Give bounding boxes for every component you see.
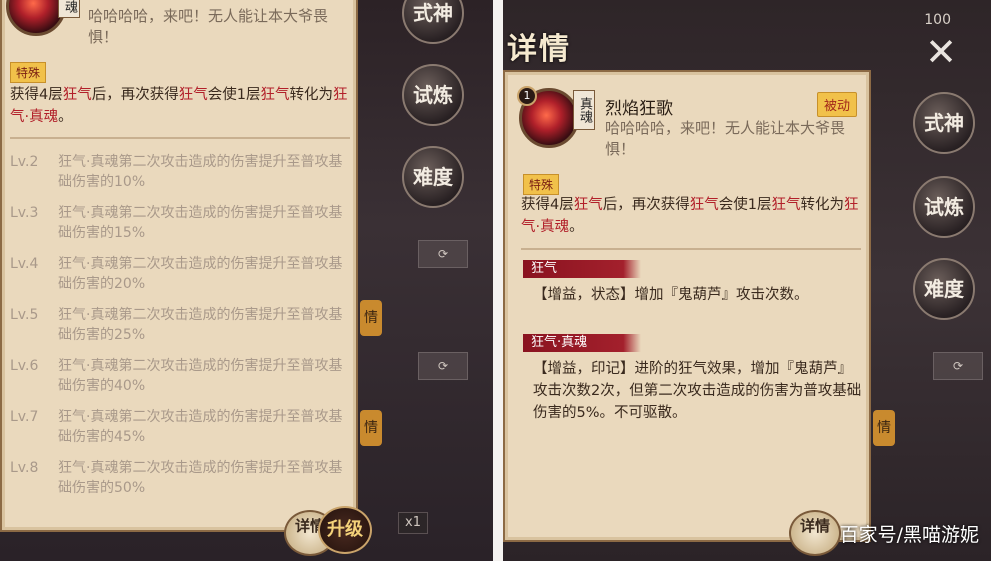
refresh-slot[interactable]: ⟳ (418, 240, 468, 268)
difficulty-button[interactable]: 难度 (402, 146, 464, 208)
desc-text: 后，再次获得 (602, 197, 690, 213)
difficulty-button[interactable]: 难度 (913, 258, 975, 320)
desc-text: 获得4层 (10, 87, 63, 103)
level-label: Lv.5 (10, 307, 39, 323)
left-panel: 魂 哈哈哈哈，来吧！无人能让本大爷畏惧！ 特殊 获得4层狂气后，再次获得狂气会使… (0, 0, 493, 561)
skill-quote: 哈哈哈哈，来吧！无人能让本大爷畏惧！ (88, 7, 329, 46)
refresh-slot[interactable]: ⟳ (418, 352, 468, 380)
special-tag: 特殊 (523, 174, 560, 195)
upgrade-button[interactable]: 升级 (318, 506, 372, 554)
skill-quote: 哈哈哈哈，来吧！无人能让本大爷畏惧！ (605, 119, 846, 158)
watermark: 百家号/黑喵游妮 (839, 524, 979, 546)
desc-keyword: 狂气 (771, 197, 801, 213)
desc-keyword: 狂气 (62, 87, 92, 103)
level-text: 狂气·真魂第二次攻击造成的伤害提升至普攻基础伤害的50% (58, 460, 343, 496)
desc-keyword: 狂气 (573, 197, 603, 213)
skill-description: 获得4层狂气后，再次获得狂气会使1层狂气转化为狂气·真魂。 (521, 194, 867, 238)
desc-keyword: 狂气 (260, 87, 290, 103)
avatar-tag: 真魂 (573, 90, 595, 130)
panel-divider (493, 0, 503, 561)
skill-detail-paper: 1 真魂 烈焰狂歌 被动 哈哈哈哈，来吧！无人能让本大爷畏惧！ 特殊 获得4层狂… (503, 70, 871, 542)
skill-detail-paper: 魂 哈哈哈哈，来吧！无人能让本大爷畏惧！ 特殊 获得4层狂气后，再次获得狂气会使… (0, 0, 358, 532)
desc-text: 转化为 (289, 87, 333, 103)
divider (10, 137, 350, 139)
detail-badge[interactable]: 详情 (789, 510, 841, 556)
level-text: 狂气·真魂第二次攻击造成的伤害提升至普攻基础伤害的10% (58, 154, 343, 190)
level-label: Lv.7 (10, 409, 39, 425)
close-icon[interactable]: ✕ (921, 32, 961, 72)
edge-tab[interactable]: 情 (360, 300, 382, 336)
desc-text: 转化为 (800, 197, 844, 213)
divider (521, 248, 861, 250)
buff-title: 狂气 (523, 260, 641, 278)
shikigami-button[interactable]: 式神 (913, 92, 975, 154)
desc-text: 会使1层 (718, 197, 772, 213)
skill-avatar (6, 0, 66, 36)
right-panel: 详情 100 ✕ 1 真魂 烈焰狂歌 被动 哈哈哈哈，来吧！无人能让本大爷畏惧！… (503, 0, 991, 561)
level-label: Lv.6 (10, 358, 39, 374)
desc-text: 。 (569, 219, 584, 235)
buff-description: 【增益，印记】进阶的狂气效果，增加『鬼葫芦』攻击次数2次，但第二次攻击造成的伤害… (533, 361, 862, 421)
desc-text: 会使1层 (207, 87, 261, 103)
refresh-slot[interactable]: ⟳ (933, 352, 983, 380)
resource-count: 100 (924, 12, 951, 28)
trial-button[interactable]: 试炼 (402, 64, 464, 126)
level-label: Lv.2 (10, 154, 39, 170)
desc-text: 。 (58, 109, 73, 125)
level-label: Lv.8 (10, 460, 39, 476)
edge-tab[interactable]: 情 (360, 410, 382, 446)
skill-name: 烈焰狂歌 (605, 99, 673, 119)
edge-tab[interactable]: 情 (873, 410, 895, 446)
level-text: 狂气·真魂第二次攻击造成的伤害提升至普攻基础伤害的45% (58, 409, 343, 445)
avatar-tag: 魂 (58, 0, 80, 18)
level-text: 狂气·真魂第二次攻击造成的伤害提升至普攻基础伤害的15% (58, 205, 343, 241)
trial-button[interactable]: 试炼 (913, 176, 975, 238)
desc-keyword: 狂气 (178, 87, 208, 103)
shikigami-button[interactable]: 式神 (402, 0, 464, 44)
buff-title: 狂气·真魂 (523, 334, 641, 352)
desc-text: 获得4层 (521, 197, 574, 213)
special-tag: 特殊 (10, 62, 47, 83)
page-title: 详情 (507, 32, 571, 67)
level-label: Lv.4 (10, 256, 39, 272)
skill-description: 获得4层狂气后，再次获得狂气会使1层狂气转化为狂气·真魂。 (10, 84, 354, 128)
buff-description: 【增益，状态】增加『鬼葫芦』攻击次数。 (533, 287, 809, 303)
skill-level-badge: 1 (517, 86, 537, 106)
level-text: 狂气·真魂第二次攻击造成的伤害提升至普攻基础伤害的25% (58, 307, 343, 343)
desc-text: 后，再次获得 (91, 87, 179, 103)
level-text: 狂气·真魂第二次攻击造成的伤害提升至普攻基础伤害的20% (58, 256, 343, 292)
item-count: x1 (398, 512, 428, 534)
level-label: Lv.3 (10, 205, 39, 221)
level-text: 狂气·真魂第二次攻击造成的伤害提升至普攻基础伤害的40% (58, 358, 343, 394)
desc-keyword: 狂气 (689, 197, 719, 213)
passive-tag: 被动 (816, 92, 857, 117)
